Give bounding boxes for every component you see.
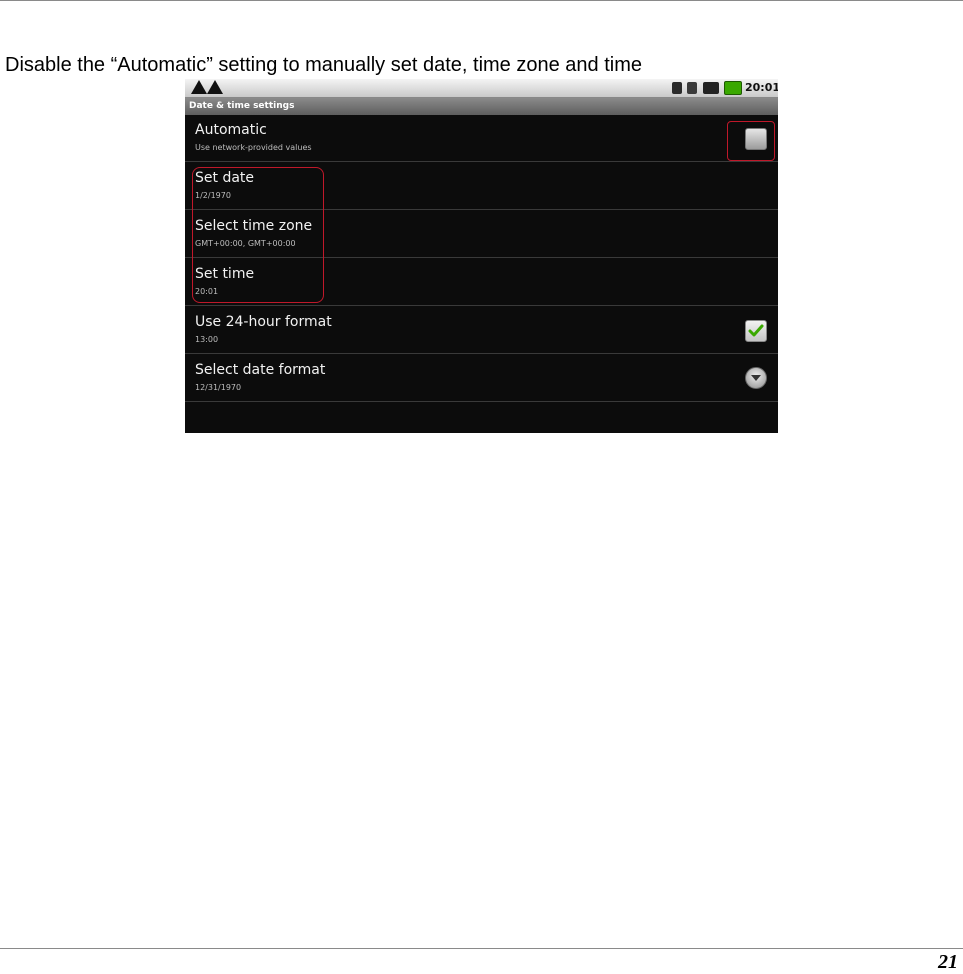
battery-icon xyxy=(724,81,742,95)
status-bar: 20:01 xyxy=(185,79,778,98)
top-rule xyxy=(0,0,963,1)
checkmark-icon xyxy=(748,324,764,337)
setting-title: Automatic xyxy=(195,122,267,138)
dropdown-icon[interactable] xyxy=(745,367,767,389)
setting-summary: 13:00 xyxy=(195,335,219,344)
setting-title: Select date format xyxy=(195,362,326,378)
setting-summary: 12/31/1970 xyxy=(195,383,242,392)
setting-title: Use 24-hour format xyxy=(195,314,332,330)
sd-card-icon xyxy=(687,82,697,94)
setting-automatic[interactable]: Automatic Use network-provided values xyxy=(185,115,778,162)
setting-summary: Use network-provided values xyxy=(195,143,312,152)
warning-icon xyxy=(191,80,207,94)
24-hour-checkbox[interactable] xyxy=(745,320,767,342)
status-time: 20:01 xyxy=(745,81,778,94)
highlight-date-time-settings xyxy=(192,167,324,303)
usb-icon xyxy=(672,82,682,94)
android-screenshot: 20:01 Date & time settings Automatic Use… xyxy=(185,79,778,433)
setting-24-hour-format[interactable]: Use 24-hour format 13:00 xyxy=(185,307,778,354)
screen-title: Date & time settings xyxy=(185,98,778,115)
signal-icon xyxy=(703,82,719,94)
bottom-rule xyxy=(0,948,963,949)
setting-date-format[interactable]: Select date format 12/31/1970 xyxy=(185,355,778,402)
chevron-down-icon xyxy=(751,375,761,381)
highlight-automatic-checkbox xyxy=(727,121,775,161)
warning-icon xyxy=(207,80,223,94)
page-number: 21 xyxy=(938,951,958,973)
instruction-text: Disable the “Automatic” setting to manua… xyxy=(5,54,642,76)
